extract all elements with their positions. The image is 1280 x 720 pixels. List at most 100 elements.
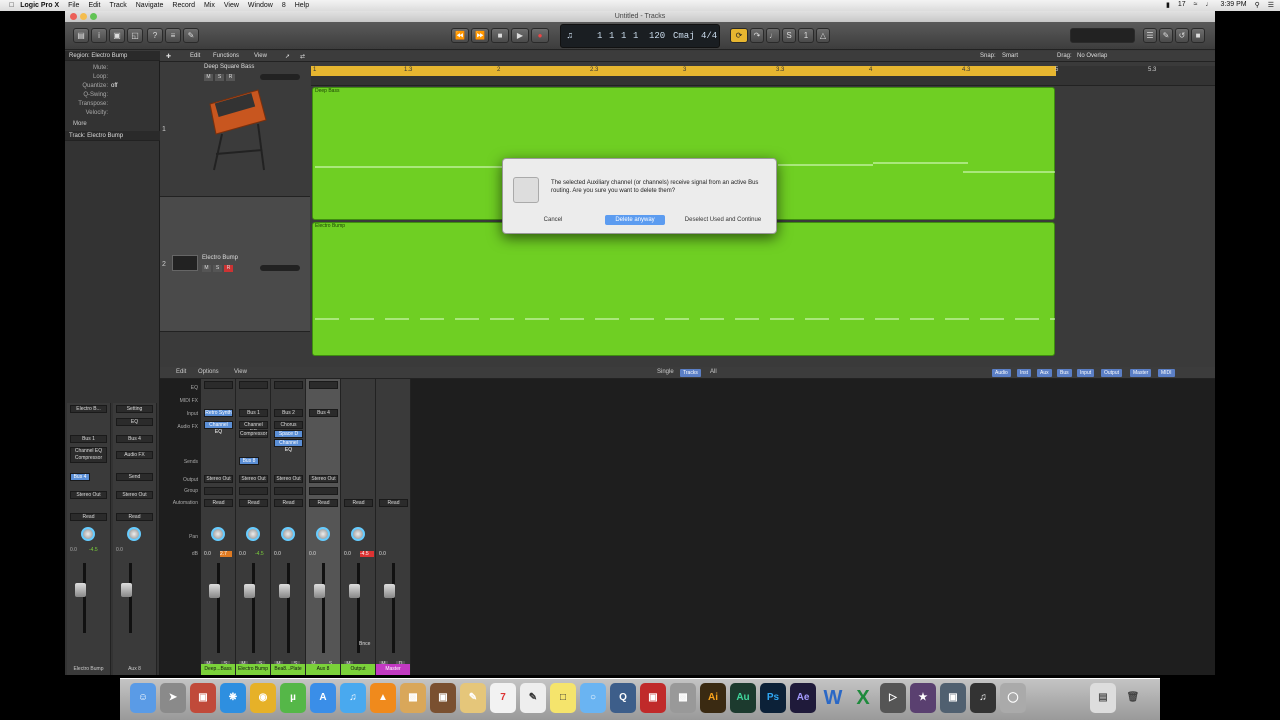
photo-booth-2-icon[interactable]: ▣ [640, 683, 666, 713]
app-store-icon[interactable]: A [310, 683, 336, 713]
strip-fader-track[interactable] [252, 563, 255, 653]
inspector-strip-fader[interactable] [75, 583, 86, 597]
filter-midi[interactable]: MIDI [1158, 369, 1175, 377]
strip-eq[interactable] [204, 381, 233, 389]
cycle-button[interactable]: ⟳ [730, 28, 748, 43]
region-inspector-header[interactable]: Region: Electro Bump [65, 51, 160, 61]
midi-region-electro-bump[interactable]: Electro Bump [312, 222, 1055, 356]
inspector-aux-send[interactable]: Send [116, 473, 153, 481]
lcd-key[interactable]: Cmaj [673, 31, 695, 41]
forward-button[interactable]: ⏩ [471, 28, 489, 43]
strip-input[interactable]: Bus 2 [274, 409, 303, 417]
drag-select[interactable]: No Overlap [1077, 53, 1107, 59]
strip-pan-knob[interactable] [246, 527, 260, 541]
mixer-options-menu[interactable]: Options [198, 369, 219, 375]
strip-automation[interactable]: Read [379, 499, 408, 507]
apple-icon[interactable]:  [9, 2, 14, 9]
strip-group[interactable] [204, 487, 233, 495]
inspector-aux-fader[interactable] [121, 583, 132, 597]
strip-fx-3[interactable]: Channel EQ [274, 439, 303, 453]
strip-name[interactable]: Master [376, 664, 410, 675]
strip-pan-knob[interactable] [351, 527, 365, 541]
inspector-strip-pan-knob[interactable] [81, 527, 95, 541]
stickies-icon[interactable]: □ [550, 683, 576, 713]
library-button[interactable]: ▤ [73, 28, 89, 43]
inspector-aux-pan-knob[interactable] [127, 527, 141, 541]
strip-fader[interactable] [209, 584, 220, 598]
menu-mix[interactable]: Mix [204, 2, 215, 9]
filter-audio[interactable]: Audio [992, 369, 1011, 377]
preview-2-icon[interactable]: ▩ [670, 683, 696, 713]
metronome-icon[interactable]: △ [816, 28, 830, 43]
inspector-strip-fader-track[interactable] [83, 563, 86, 633]
inspector-transpose-row[interactable]: Transpose: [65, 101, 160, 110]
track-record-button[interactable]: R [224, 265, 233, 272]
inspector-mute-row[interactable]: Mute: [65, 65, 160, 74]
tracks-functions-menu[interactable]: Functions [213, 53, 239, 59]
close-window-button[interactable] [70, 13, 77, 20]
strip-send[interactable]: Bus 8 [239, 457, 259, 465]
strip-output[interactable]: Stereo Out [239, 475, 268, 483]
audition-icon[interactable]: Au [730, 683, 756, 713]
logic-icon[interactable]: ♫ [970, 683, 996, 713]
track-mute-button[interactable]: M [204, 74, 213, 81]
strip-name[interactable]: Deep...Bass [201, 664, 235, 675]
preview-icon[interactable]: ▩ [400, 683, 426, 713]
inspector-button[interactable]: i [91, 28, 107, 43]
notepad-button[interactable]: ✎ [1159, 28, 1173, 43]
strip-fader[interactable] [244, 584, 255, 598]
compressor-icon[interactable]: ▣ [940, 683, 966, 713]
track-volume-slider[interactable] [260, 74, 300, 80]
track-solo-button[interactable]: S [213, 265, 222, 272]
strip-fader[interactable] [384, 584, 395, 598]
strip-eq[interactable] [309, 381, 338, 389]
strip-pan-knob[interactable] [211, 527, 225, 541]
inspector-strip-send[interactable]: Bus 4 [70, 473, 90, 481]
menu-8[interactable]: 8 [282, 2, 286, 9]
strip-group[interactable] [239, 487, 268, 495]
strip-fader-track[interactable] [322, 563, 325, 653]
disk-utility-icon[interactable]: ◯ [1000, 683, 1026, 713]
menu-navigate[interactable]: Navigate [136, 2, 164, 9]
master-volume-slider[interactable] [1070, 28, 1135, 43]
ruler[interactable]: 1 1.3 2 2.3 3 3.3 4 4.3 5 5.3 [311, 66, 1215, 86]
illustrator-icon[interactable]: Ai [700, 683, 726, 713]
notification-icon[interactable]: ☰ [1268, 1, 1274, 9]
filter-master[interactable]: Master [1130, 369, 1152, 377]
inspector-aux-output[interactable]: Stereo Out [116, 491, 153, 499]
strip-group[interactable] [274, 487, 303, 495]
toolbar-button[interactable]: ▣ [109, 28, 125, 43]
strip-fx-1[interactable]: Channel EQ [204, 421, 233, 435]
vlc-icon[interactable]: ▲ [370, 683, 396, 713]
minimize-window-button[interactable] [80, 13, 87, 20]
inspector-strip-fx[interactable]: Channel EQ Compressor [70, 447, 107, 463]
finder-icon[interactable]: ☺ [130, 683, 156, 713]
final-cut-icon[interactable]: ▷ [880, 683, 906, 713]
strip-automation[interactable]: Read [309, 499, 338, 507]
filter-inst[interactable]: Inst [1017, 369, 1032, 377]
trash-icon[interactable]: 🗑 [1120, 683, 1146, 713]
lcd-signature[interactable]: 4/4 [701, 31, 717, 41]
strip-fader[interactable] [314, 584, 325, 598]
menu-help[interactable]: Help [295, 2, 309, 9]
loop-browser-button[interactable]: ↺ [1175, 28, 1189, 43]
count-in-button[interactable]: 1 [798, 28, 814, 43]
filter-output[interactable]: Output [1101, 369, 1123, 377]
play-button[interactable]: ▶ [511, 28, 529, 43]
mixer-view-menu[interactable]: View [234, 369, 247, 375]
inspector-strip-output[interactable]: Stereo Out [70, 491, 107, 499]
strip-fader[interactable] [279, 584, 290, 598]
strip-fx-2[interactable]: Compressor [239, 430, 268, 438]
track-volume-slider[interactable] [260, 265, 300, 271]
menu-file[interactable]: File [68, 2, 79, 9]
tracks-view-menu[interactable]: View [254, 53, 267, 59]
inspector-aux-setting[interactable]: Setting [116, 405, 153, 413]
strip-eq[interactable] [239, 381, 268, 389]
inspector-aux-input[interactable]: Bus 4 [116, 435, 153, 443]
lcd-display[interactable]: ♫ 1 1 1 1 120 Cmaj 4/4 [560, 24, 720, 48]
track-header-2[interactable]: 2 Electro Bump M S R [160, 197, 310, 332]
strip-group[interactable] [309, 487, 338, 495]
track-solo-button[interactable]: S [215, 74, 224, 81]
inspector-aux-fader-track[interactable] [129, 563, 132, 633]
strip-input[interactable]: Bus 4 [309, 409, 338, 417]
